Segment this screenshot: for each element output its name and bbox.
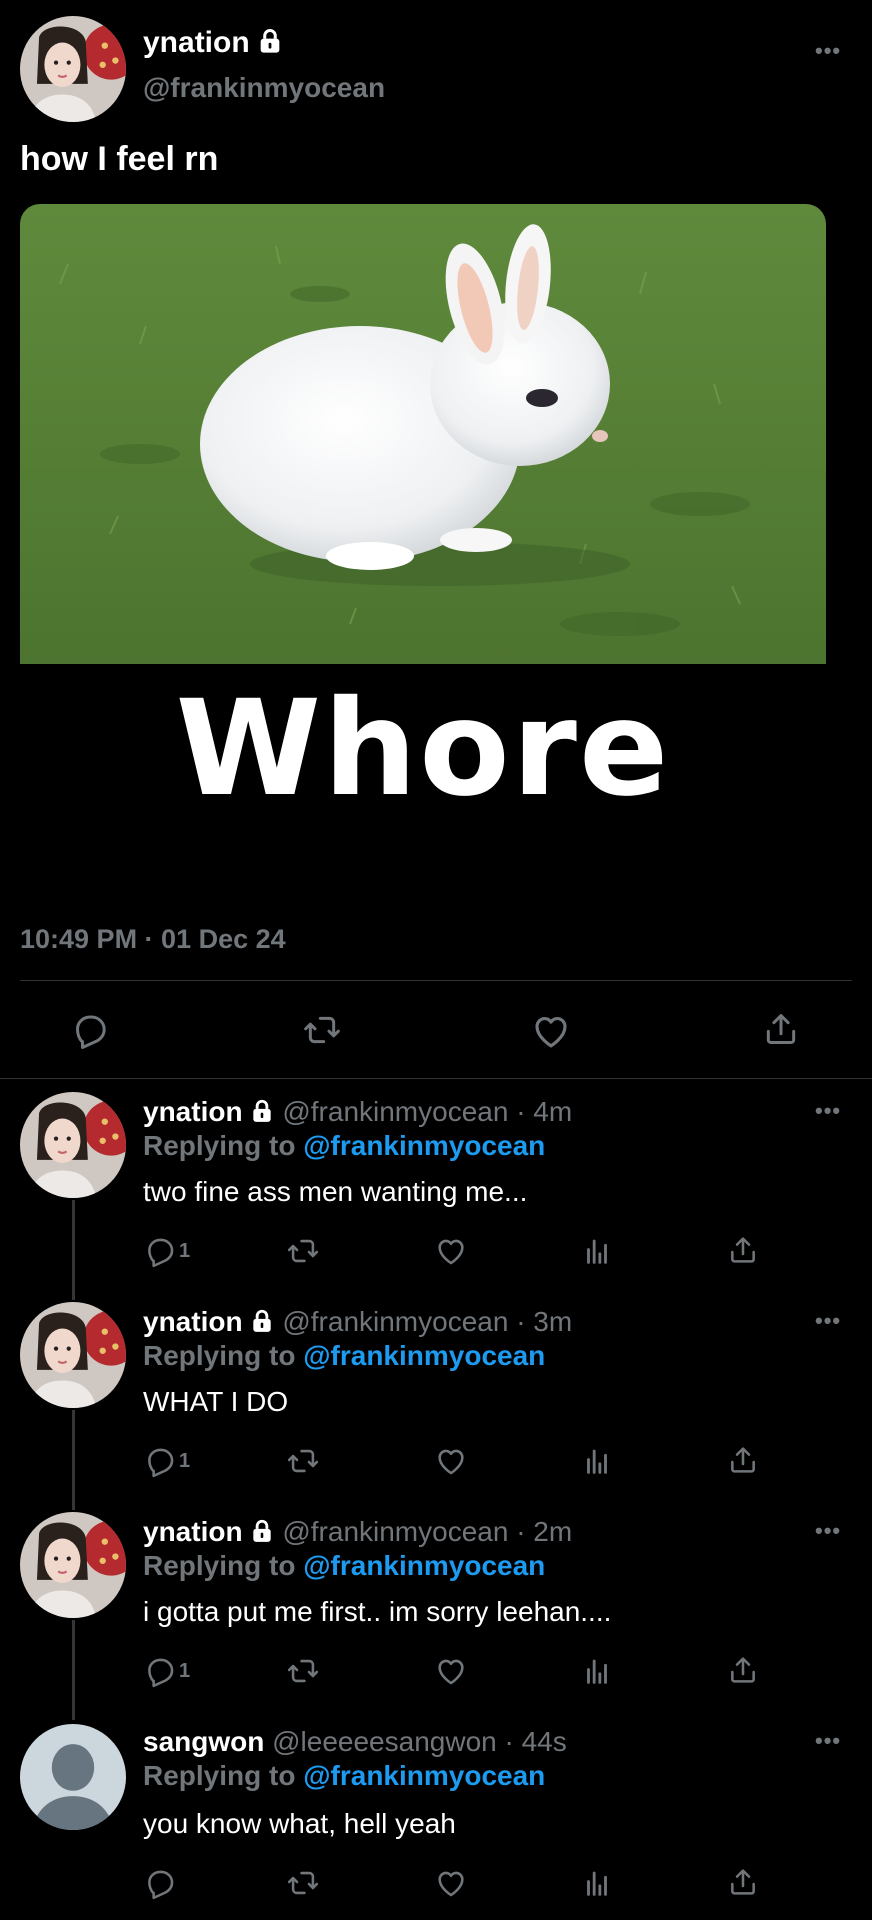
share-icon[interactable] — [762, 1010, 800, 1048]
lock-icon — [256, 27, 284, 63]
more-icon[interactable]: ••• — [815, 1098, 841, 1124]
reply-count: 1 — [179, 1239, 191, 1262]
reply-to-handle[interactable]: @frankinmyocean — [303, 1760, 545, 1791]
tweet-text: you know what, hell yeah — [143, 1808, 456, 1839]
reply-icon[interactable] — [70, 1010, 110, 1050]
avatar[interactable] — [20, 16, 126, 122]
share-icon[interactable] — [727, 1866, 759, 1898]
like-icon[interactable] — [434, 1444, 468, 1478]
reply-icon[interactable]: 1 — [143, 1234, 190, 1268]
timestamp: · 4m — [516, 1096, 573, 1127]
retweet-icon[interactable] — [286, 1234, 320, 1268]
timestamp: · 3m — [516, 1306, 573, 1337]
reply-icon[interactable]: 1 — [143, 1654, 190, 1688]
display-name[interactable]: ynation — [143, 1306, 243, 1337]
display-name[interactable]: sangwon — [143, 1726, 264, 1757]
handle[interactable]: @frankinmyocean — [282, 1096, 508, 1127]
retweet-icon[interactable] — [286, 1866, 320, 1900]
avatar[interactable] — [20, 1512, 126, 1618]
tweet-text: how I feel rn — [20, 140, 219, 178]
thread-line — [72, 1200, 75, 1300]
timestamp[interactable]: 10:49 PM · 01 Dec 24 — [20, 924, 286, 955]
tweet-image[interactable]: Whore — [20, 204, 826, 894]
lock-icon — [249, 1518, 275, 1551]
lock-icon — [249, 1098, 275, 1131]
reply-to-handle[interactable]: @frankinmyocean — [303, 1550, 545, 1581]
display-name[interactable]: ynation — [143, 1096, 243, 1127]
retweet-icon[interactable] — [286, 1444, 320, 1478]
handle[interactable]: @leeeeesangwon — [272, 1726, 497, 1757]
more-icon[interactable]: ••• — [815, 1518, 841, 1544]
divider — [0, 1078, 872, 1079]
handle[interactable]: @frankinmyocean — [143, 72, 385, 104]
tweet-text: two fine ass men wanting me... — [143, 1176, 528, 1207]
replying-to-label: Replying to — [143, 1340, 296, 1371]
reply-icon[interactable]: 1 — [143, 1444, 190, 1478]
views-icon[interactable] — [580, 1444, 614, 1478]
lock-icon — [249, 1308, 275, 1341]
reply-count: 1 — [179, 1659, 191, 1682]
tweet-text: WHAT I DO — [143, 1386, 289, 1417]
thread-line — [72, 1620, 75, 1720]
avatar[interactable] — [20, 1724, 126, 1830]
reply-to-handle[interactable]: @frankinmyocean — [303, 1340, 545, 1371]
display-name[interactable]: ynation — [143, 26, 250, 59]
handle[interactable]: @frankinmyocean — [282, 1516, 508, 1547]
replying-to-label: Replying to — [143, 1550, 296, 1581]
more-icon[interactable]: ••• — [815, 1308, 841, 1334]
divider — [20, 980, 852, 981]
retweet-icon[interactable] — [286, 1654, 320, 1688]
thread-line — [72, 1410, 75, 1510]
like-icon[interactable] — [434, 1866, 468, 1900]
retweet-icon[interactable] — [302, 1010, 342, 1050]
reply-count: 1 — [179, 1449, 191, 1472]
like-icon[interactable] — [434, 1234, 468, 1268]
views-icon[interactable] — [580, 1234, 614, 1268]
reply-to-handle[interactable]: @frankinmyocean — [303, 1130, 545, 1161]
bunny-photo — [20, 204, 826, 664]
share-icon[interactable] — [727, 1654, 759, 1686]
replying-to-label: Replying to — [143, 1130, 296, 1161]
views-icon[interactable] — [580, 1654, 614, 1688]
reply-icon[interactable] — [143, 1866, 177, 1900]
views-icon[interactable] — [580, 1866, 614, 1900]
like-icon[interactable] — [434, 1654, 468, 1688]
more-icon[interactable]: ••• — [815, 38, 841, 64]
avatar[interactable] — [20, 1092, 126, 1198]
timestamp: · 44s — [504, 1726, 567, 1757]
tweet-text: i gotta put me first.. im sorry leehan..… — [143, 1596, 612, 1627]
like-icon[interactable] — [530, 1010, 572, 1052]
timestamp: · 2m — [516, 1516, 573, 1547]
display-name[interactable]: ynation — [143, 1516, 243, 1547]
handle[interactable]: @frankinmyocean — [282, 1306, 508, 1337]
replying-to-label: Replying to — [143, 1760, 296, 1791]
share-icon[interactable] — [727, 1234, 759, 1266]
avatar[interactable] — [20, 1302, 126, 1408]
image-caption: Whore — [175, 672, 671, 826]
more-icon[interactable]: ••• — [815, 1728, 841, 1754]
share-icon[interactable] — [727, 1444, 759, 1476]
